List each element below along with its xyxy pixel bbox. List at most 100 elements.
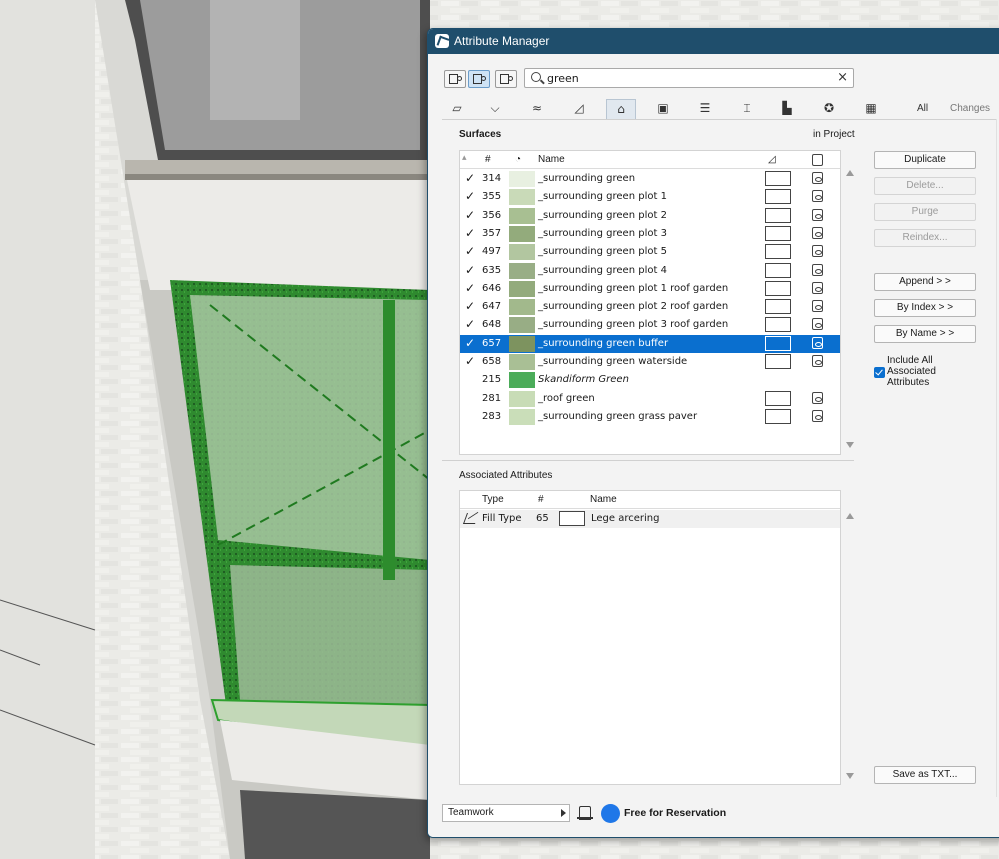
zone-icon[interactable]: ▙ [772,99,802,119]
append-button[interactable]: Append > > [874,273,976,291]
surface-row[interactable]: ✓ 657 _surrounding green buffer [460,334,840,353]
surface-row[interactable]: ✓ 647 _surrounding green plot 2 roof garde… [460,298,840,316]
surface-row[interactable]: 283 _surrounding green grass paver [460,408,840,426]
fill-type-icon[interactable]: ◿ [564,99,594,119]
search-field[interactable]: green × [524,68,854,88]
surface-name: _surrounding green plot 2 [538,209,667,221]
surface-name: Skandiform Green [538,374,629,386]
surface-row[interactable]: ✓ 635 _surrounding green plot 4 [460,262,840,280]
building-material-icon[interactable]: ▣ [648,99,678,119]
reserve-icon[interactable] [577,806,593,820]
column-num[interactable]: # [485,154,491,165]
surface-row[interactable]: ✓ 314 _surrounding green [460,170,840,188]
surface-color-swatch [509,354,535,370]
fill-swatch[interactable] [765,244,791,260]
surface-row[interactable]: ✓ 646 _surrounding green plot 1 roof garde… [460,280,840,298]
texture-icon[interactable] [812,300,823,313]
duplicate-button[interactable]: Duplicate [874,151,976,169]
clear-search-icon[interactable]: × [837,70,848,85]
fill-column-icon[interactable]: ◿ [768,154,776,165]
texture-icon[interactable] [812,208,823,221]
split-list-view-button[interactable] [468,70,490,88]
texture-icon[interactable] [812,172,823,184]
surface-row[interactable]: ✓ 658 _surrounding green waterside [460,353,840,371]
surface-row[interactable]: ✓ 357 _surrounding green plot 3 [460,225,840,243]
composite-icon[interactable]: ☰ [690,99,720,119]
fill-swatch[interactable] [765,354,791,369]
texture-icon[interactable] [812,190,823,203]
by-index-button[interactable]: By Index > > [874,299,976,317]
fill-swatch[interactable] [765,317,791,333]
include-all-checkbox[interactable] [874,367,885,378]
surface-row[interactable]: ✓ 356 _surrounding green plot 2 [460,207,840,225]
line-type-icon[interactable]: ≈ [522,99,552,119]
search-input[interactable]: green [547,72,579,85]
by-name-button[interactable]: By Name > > [874,325,976,343]
texture-icon[interactable] [812,409,823,422]
column-name[interactable]: Name [538,154,565,165]
save-as-txt-button[interactable]: Save as TXT... [874,766,976,784]
fill-swatch[interactable] [765,280,791,296]
tab-changes[interactable]: Changes [947,99,993,119]
profile-icon[interactable]: ⌶ [732,99,762,119]
texture-column-icon[interactable] [812,154,823,166]
surface-name: _surrounding green plot 1 [538,191,667,203]
surfaces-list[interactable]: ▴ # ◔ Name ◿ ✓ 314 _surrounding green ✓ 355 _… [459,150,841,455]
fill-swatch[interactable] [765,408,791,424]
surface-row[interactable]: 215 Skandiform Green [460,371,840,389]
material-column-icon[interactable]: ◔ [515,154,521,165]
column-type[interactable]: Type [482,494,504,505]
fill-swatch[interactable] [765,335,791,351]
sort-icon[interactable]: ▴ [462,152,467,163]
fill-swatch[interactable] [765,390,791,406]
surface-row[interactable]: ✓ 648 _surrounding green plot 3 roof garde… [460,316,840,334]
check-mark-icon: ✓ [465,354,476,368]
surface-name: _surrounding green [538,173,636,184]
scroll-down-arrow[interactable] [846,773,854,779]
fill-swatch[interactable] [765,299,791,315]
fill-swatch[interactable] [765,262,791,278]
surface-row[interactable]: ✓ 355 _surrounding green plot 1 [460,188,840,206]
surface-row[interactable]: 281 _roof green [460,390,840,408]
fill-swatch[interactable] [765,207,791,223]
assoc-name: Lege arcering [591,513,660,524]
texture-icon[interactable] [812,336,823,349]
texture-icon[interactable] [812,355,823,367]
fill-swatch[interactable] [765,225,791,241]
bottom-bar: Teamwork Free for Reservation [428,797,999,837]
surface-fill-icon[interactable]: ▱ [442,99,472,119]
scroll-up-arrow[interactable] [846,170,854,176]
teamwork-dropdown[interactable]: Teamwork [442,804,570,822]
fill-swatch[interactable] [765,171,791,186]
single-list-view-button[interactable] [444,70,466,88]
texture-icon[interactable] [812,318,823,331]
surface-color-swatch [509,171,535,187]
texture-icon[interactable] [812,281,823,294]
surface-brush-icon[interactable]: ⌂ [606,99,636,119]
scroll-down-arrow[interactable] [846,442,854,448]
column-name[interactable]: Name [590,494,617,505]
texture-icon[interactable] [812,263,823,276]
surface-name: _surrounding green waterside [538,356,688,367]
texture-icon[interactable] [812,245,823,258]
detail-view-button[interactable] [495,70,517,88]
purge-button[interactable]: Purge [874,203,976,221]
texture-icon[interactable] [812,226,823,239]
column-num[interactable]: # [538,494,544,505]
reservation-status-text: Free for Reservation [624,807,727,819]
title-bar[interactable]: Attribute Manager [428,29,999,54]
tab-all[interactable]: All [914,99,931,119]
grid-icon[interactable]: ▦ [856,99,886,119]
pen-icon[interactable]: ⌵ [480,99,510,119]
fill-swatch[interactable] [765,189,791,205]
associated-row[interactable]: Fill Type 65 Lege arcering [460,510,840,528]
texture-icon[interactable] [812,391,823,404]
surface-row[interactable]: ✓ 497 _surrounding green plot 5 [460,243,840,261]
scroll-up-arrow[interactable] [846,513,854,519]
surface-color-swatch [509,244,535,261]
mep-icon[interactable]: ✪ [814,99,844,119]
delete-button[interactable]: Delete... [874,177,976,195]
archicad-app-icon [435,34,449,48]
associated-attributes-list[interactable]: Type # Name Fill Type 65 Lege arcering [459,490,841,785]
reindex-button[interactable]: Reindex... [874,229,976,247]
